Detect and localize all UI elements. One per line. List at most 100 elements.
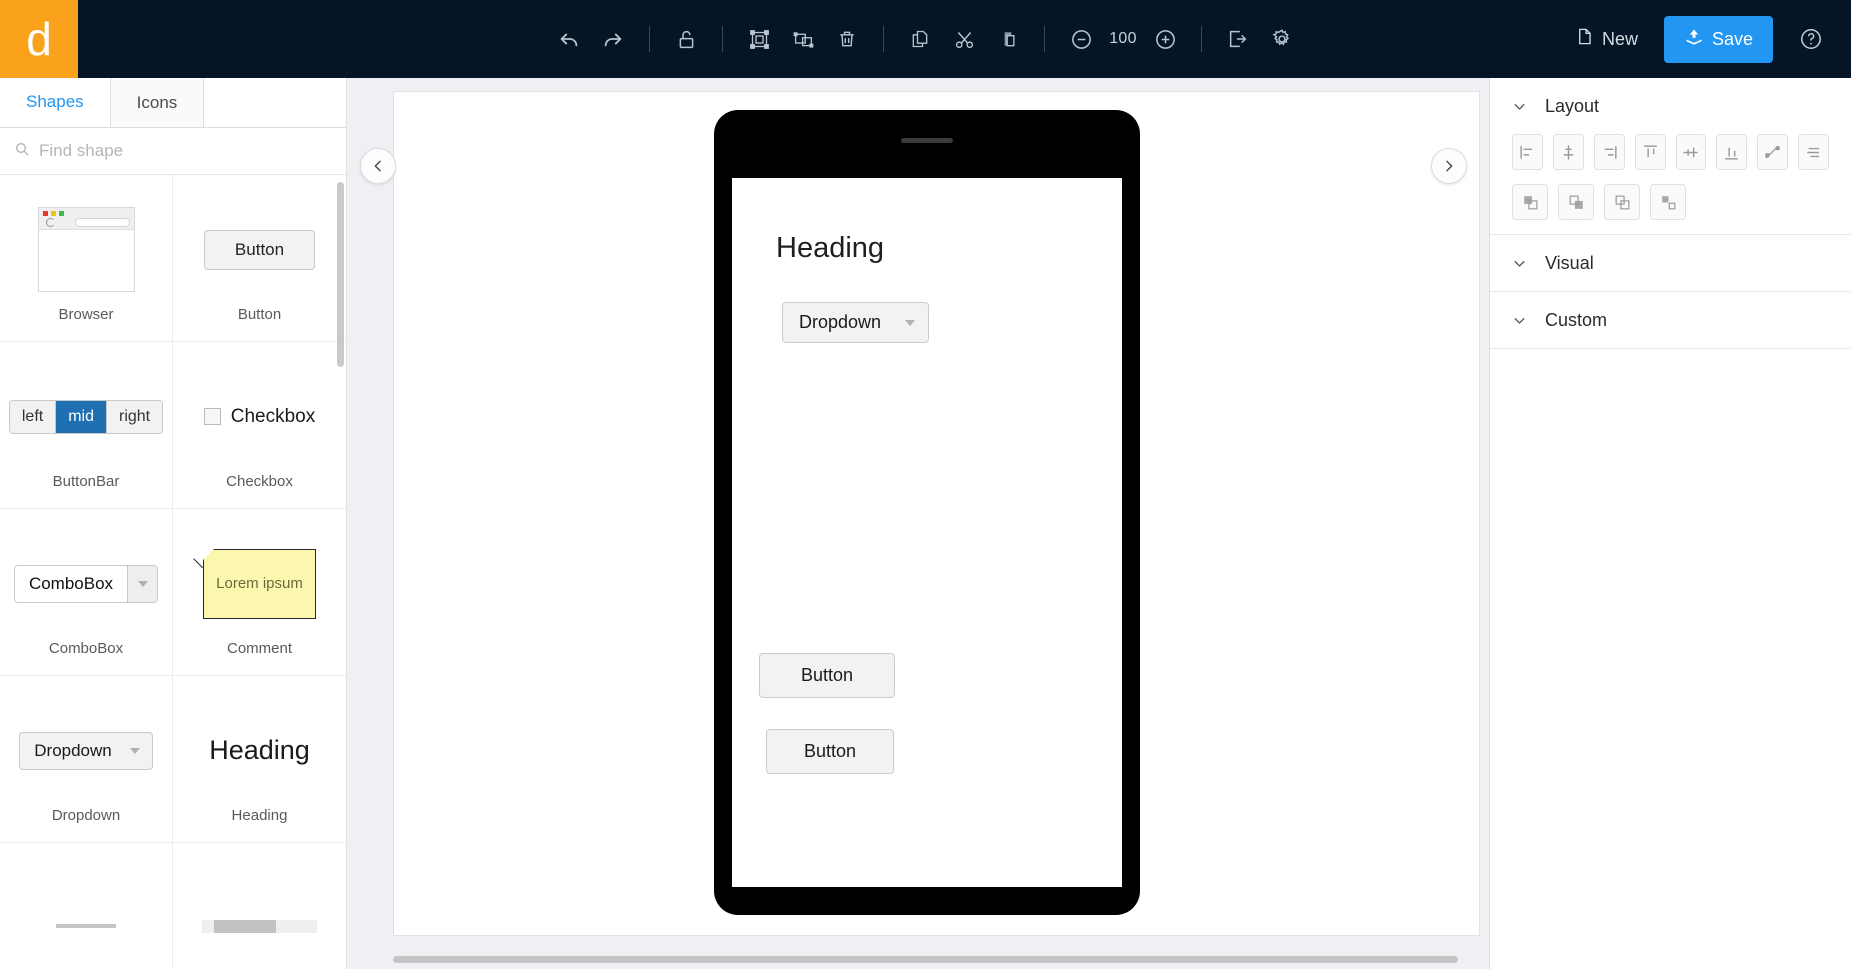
custom-section-header[interactable]: Custom (1490, 292, 1851, 348)
layout-section-title: Layout (1545, 95, 1600, 116)
canvas-horizontal-scrollbar[interactable] (393, 956, 1458, 963)
export-icon[interactable] (1216, 17, 1260, 61)
shape-grid: Browser Button Button left mid right But… (0, 175, 346, 969)
canvas-next-button[interactable] (1431, 148, 1467, 184)
search-icon (14, 141, 30, 162)
tab-icons[interactable]: Icons (110, 78, 205, 127)
chevron-down-icon (1512, 313, 1527, 328)
combobox-shape-label: ComboBox (14, 565, 128, 602)
gear-icon[interactable] (1260, 17, 1304, 61)
shape-item-buttonbar[interactable]: left mid right ButtonBar (0, 342, 173, 509)
shapes-sidebar: Shapes Icons Find shape Browser Button B… (0, 78, 347, 969)
layout-section: Layout (1490, 78, 1851, 235)
canvas-button-element-2[interactable]: Button (766, 729, 895, 774)
align-top-icon[interactable] (1634, 134, 1666, 170)
shape-caption: Browser (58, 306, 114, 323)
canvas-area: Heading Dropdown Button Button (347, 78, 1489, 969)
custom-section: Custom (1490, 292, 1851, 349)
visual-section: Visual (1490, 235, 1851, 292)
search-input[interactable] (39, 141, 332, 161)
visual-section-header[interactable]: Visual (1490, 235, 1851, 291)
shape-item-line[interactable] (0, 843, 173, 969)
toolbar-divider (649, 26, 650, 52)
align-middle-vertical-icon[interactable] (1675, 134, 1707, 170)
paste-icon[interactable] (986, 17, 1030, 61)
shape-caption: ComboBox (48, 640, 124, 657)
align-right-icon[interactable] (1593, 134, 1625, 170)
ungroup-icon[interactable] (781, 17, 825, 61)
comment-shape-preview: Lorem ipsum (179, 527, 340, 640)
shape-item-comment[interactable]: Lorem ipsum Comment (173, 509, 346, 676)
zoom-level-value[interactable]: 100 (1103, 30, 1143, 48)
buttonbar-segment-left: left (9, 400, 57, 433)
device-screen[interactable]: Heading Dropdown Button Button (732, 178, 1122, 887)
device-speaker (901, 138, 953, 143)
heading-shape-preview: Heading (179, 694, 340, 807)
tablet-device-frame[interactable]: Heading Dropdown Button Button (714, 110, 1140, 915)
app-logo[interactable]: d (0, 0, 78, 78)
send-to-back-icon[interactable] (1650, 184, 1686, 220)
shape-search (0, 128, 346, 175)
bring-to-front-icon[interactable] (1512, 184, 1548, 220)
align-center-horizontal-icon[interactable] (1552, 134, 1584, 170)
distribute-vertical-icon[interactable] (1798, 134, 1829, 170)
canvas-prev-button[interactable] (360, 148, 396, 184)
shape-item-checkbox[interactable]: Checkbox Checkbox (173, 342, 346, 509)
page-icon (1575, 27, 1594, 51)
save-button[interactable]: Save (1663, 15, 1773, 63)
save-button-label: Save (1711, 28, 1753, 49)
shape-item-scrollbar[interactable] (173, 843, 346, 969)
canvas-heading-element[interactable]: Heading (776, 232, 884, 265)
checkbox-shape-preview: Checkbox (179, 360, 340, 473)
heading-shape-label: Heading (209, 735, 310, 765)
cut-icon[interactable] (942, 17, 986, 61)
distribute-horizontal-icon[interactable] (1757, 134, 1789, 170)
layout-section-header[interactable]: Layout (1490, 78, 1851, 134)
line-shape-preview (6, 861, 166, 969)
shape-caption: Heading (231, 807, 288, 824)
custom-section-title: Custom (1545, 309, 1608, 330)
shape-item-dropdown[interactable]: Dropdown Dropdown (0, 676, 173, 843)
new-button[interactable]: New (1561, 18, 1652, 60)
send-backward-icon[interactable] (1604, 184, 1640, 220)
shape-caption: Dropdown (51, 807, 121, 824)
dropdown-shape-preview: Dropdown (6, 694, 166, 807)
scrollbar-shape-preview (179, 861, 340, 969)
toolbar-divider (1201, 26, 1202, 52)
chevron-down-icon (129, 747, 140, 754)
canvas-button-element-1[interactable]: Button (759, 653, 896, 698)
align-left-icon[interactable] (1512, 134, 1543, 170)
group-icon[interactable] (737, 17, 781, 61)
align-bottom-icon[interactable] (1716, 134, 1748, 170)
sidebar-scrollbar[interactable] (337, 182, 344, 367)
shape-item-heading[interactable]: Heading Heading (173, 676, 346, 843)
shape-item-combobox[interactable]: ComboBox ComboBox (0, 509, 173, 676)
toolbar-right-actions: New Save (1561, 15, 1851, 63)
bring-forward-icon[interactable] (1558, 184, 1594, 220)
shape-caption: ButtonBar (52, 473, 120, 490)
button-shape-label: Button (203, 229, 316, 270)
help-icon[interactable] (1789, 17, 1833, 61)
shape-caption: Checkbox (226, 473, 293, 490)
shape-item-button[interactable]: Button Button (173, 175, 346, 342)
delete-icon[interactable] (825, 17, 869, 61)
canvas-dropdown-label: Dropdown (799, 312, 882, 332)
new-button-label: New (1601, 28, 1638, 49)
canvas-dropdown-element[interactable]: Dropdown (782, 302, 930, 343)
chevron-down-icon (1512, 99, 1527, 114)
checkbox-box-icon (203, 408, 221, 425)
shape-item-browser[interactable]: Browser (0, 175, 173, 342)
toolbar-divider (1044, 26, 1045, 52)
copy-icon[interactable] (898, 17, 942, 61)
visual-section-title: Visual (1545, 252, 1594, 273)
save-icon (1684, 27, 1704, 52)
redo-icon[interactable] (591, 17, 635, 61)
zoom-out-icon[interactable] (1059, 17, 1103, 61)
undo-icon[interactable] (547, 17, 591, 61)
tab-shapes[interactable]: Shapes (0, 78, 111, 127)
zoom-in-icon[interactable] (1143, 17, 1187, 61)
top-toolbar: d 100 New Save (0, 0, 1851, 78)
app-root: d 100 New Save Shapes Icons Find shape B… (0, 0, 1851, 969)
canvas-surface[interactable]: Heading Dropdown Button Button (393, 91, 1480, 936)
lock-icon[interactable] (664, 17, 708, 61)
